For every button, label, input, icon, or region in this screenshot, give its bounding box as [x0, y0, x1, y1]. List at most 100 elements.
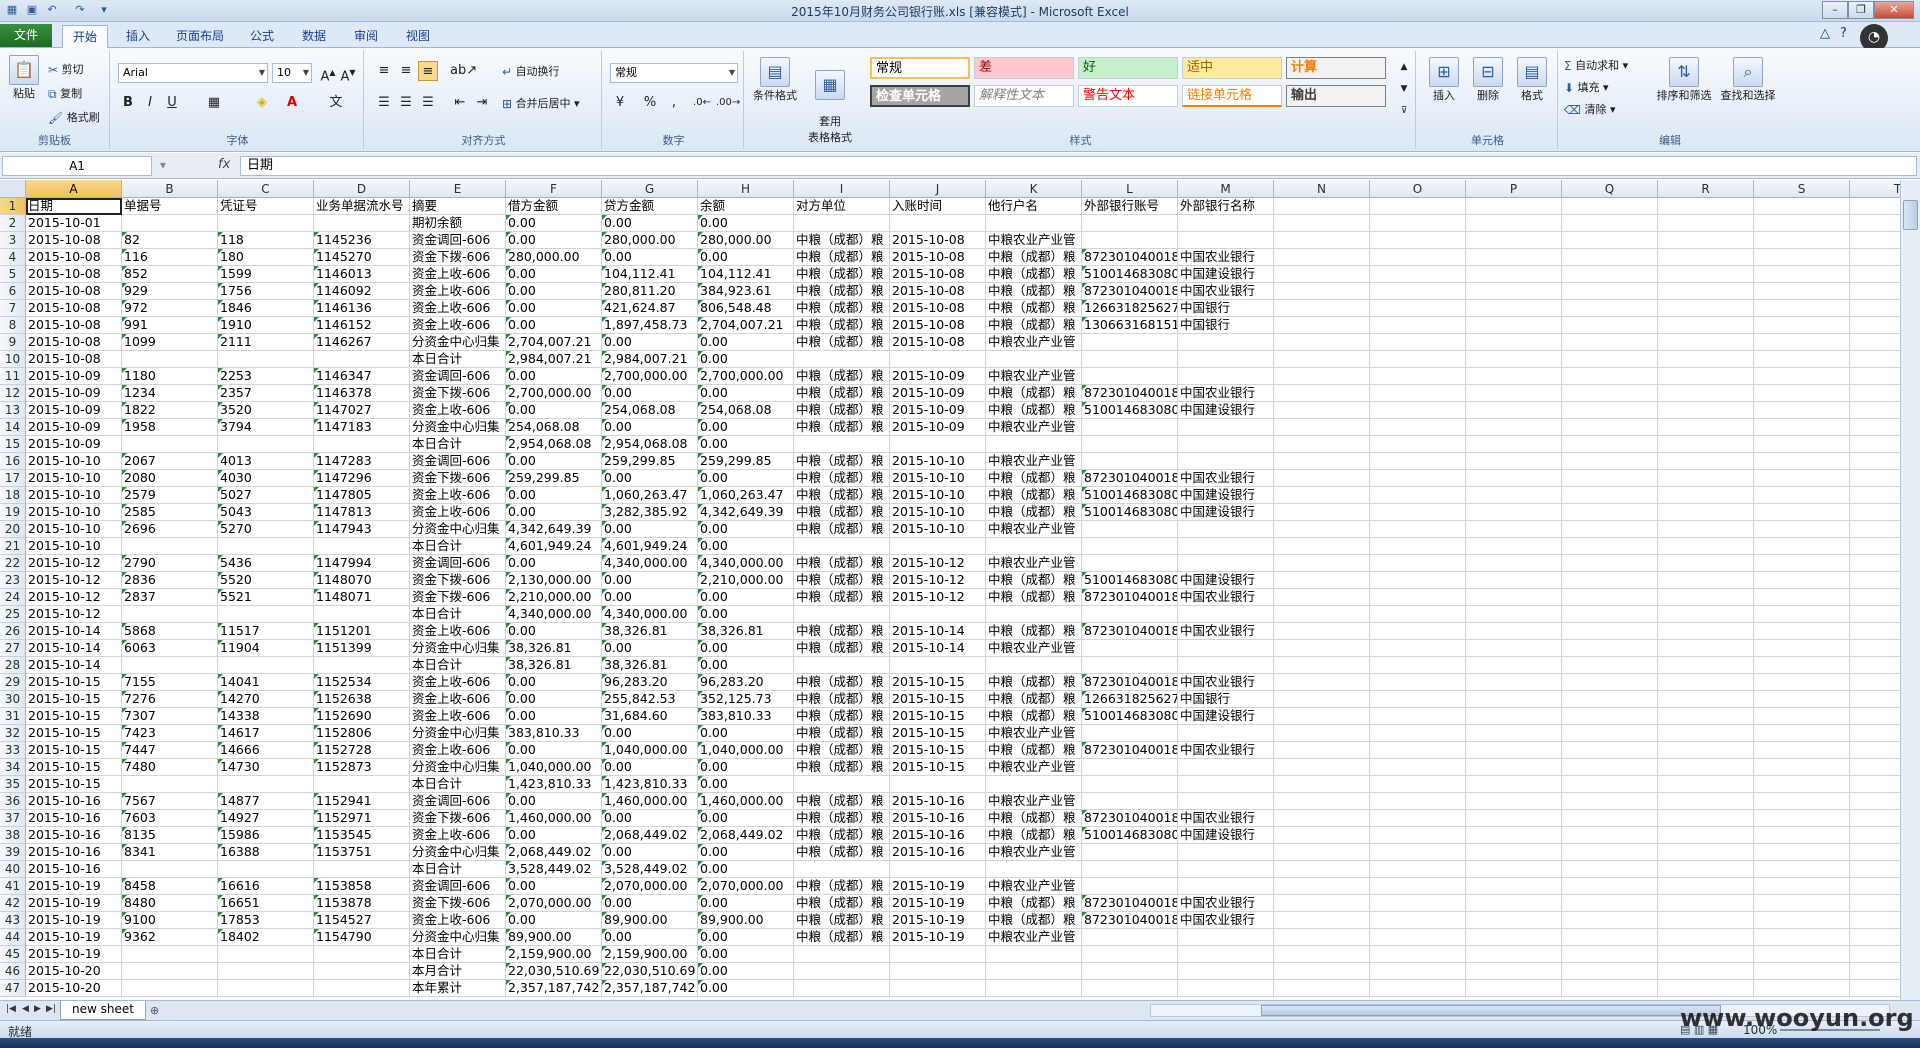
table-cell[interactable] [1658, 657, 1754, 674]
table-cell[interactable] [1658, 232, 1754, 249]
table-cell[interactable] [1178, 521, 1274, 538]
table-cell[interactable]: 1822 [122, 402, 218, 419]
table-cell[interactable]: 104,112.41 [602, 266, 698, 283]
table-cell[interactable] [1466, 283, 1562, 300]
table-cell[interactable]: 0.00 [698, 589, 794, 606]
table-cell[interactable]: 89,900.00 [602, 912, 698, 929]
table-cell[interactable]: 0.00 [698, 776, 794, 793]
table-cell[interactable]: 2,704,007.21 [506, 334, 602, 351]
header-cell[interactable]: 业务单据流水号 [314, 198, 410, 215]
table-cell[interactable] [1850, 861, 1900, 878]
table-cell[interactable]: 0.00 [698, 249, 794, 266]
table-cell[interactable]: 中粮（成都）粮 [794, 623, 890, 640]
table-cell[interactable]: 中粮（成都）粮 [986, 487, 1082, 504]
table-cell[interactable]: 1148071 [314, 589, 410, 606]
row-header[interactable]: 22 [0, 555, 26, 572]
table-cell[interactable]: 852 [122, 266, 218, 283]
table-cell[interactable] [1178, 436, 1274, 453]
table-cell[interactable]: 1,423,810.33 [506, 776, 602, 793]
table-cell[interactable]: 中粮（成都）粮 [794, 453, 890, 470]
table-cell[interactable] [1370, 793, 1466, 810]
table-cell[interactable] [1658, 300, 1754, 317]
table-cell[interactable]: 9100 [122, 912, 218, 929]
table-cell[interactable] [1754, 436, 1850, 453]
table-cell[interactable]: 0.00 [506, 912, 602, 929]
table-cell[interactable]: 2015-10-12 [26, 606, 122, 623]
table-cell[interactable] [1754, 368, 1850, 385]
italic-icon[interactable]: I [140, 93, 160, 113]
table-cell[interactable]: 2111 [218, 334, 314, 351]
table-cell[interactable]: 2015-10-19 [26, 912, 122, 929]
table-cell[interactable]: 38,326.81 [602, 657, 698, 674]
column-header-q[interactable]: Q [1562, 180, 1658, 198]
table-cell[interactable] [1466, 674, 1562, 691]
table-cell[interactable] [1274, 895, 1370, 912]
table-cell[interactable]: 4,601,949.24 [602, 538, 698, 555]
table-cell[interactable] [1466, 470, 1562, 487]
table-cell[interactable] [1466, 538, 1562, 555]
table-cell[interactable]: 中粮（成都）粮 [794, 640, 890, 657]
table-cell[interactable] [1754, 589, 1850, 606]
table-cell[interactable] [1466, 555, 1562, 572]
table-cell[interactable]: 126631825627 [1082, 691, 1178, 708]
table-cell[interactable]: 0.00 [602, 640, 698, 657]
table-cell[interactable]: 中国建设银行 [1178, 266, 1274, 283]
table-cell[interactable] [794, 861, 890, 878]
table-cell[interactable]: 2015-10-15 [26, 742, 122, 759]
table-cell[interactable] [1754, 793, 1850, 810]
table-cell[interactable]: 2015-10-14 [26, 640, 122, 657]
table-cell[interactable] [1466, 334, 1562, 351]
table-cell[interactable]: 7603 [122, 810, 218, 827]
table-cell[interactable]: 38,326.81 [698, 623, 794, 640]
table-cell[interactable]: 中粮（成都）粮 [794, 385, 890, 402]
table-cell[interactable] [1658, 776, 1754, 793]
table-cell[interactable] [1082, 351, 1178, 368]
table-cell[interactable]: 2015-10-09 [890, 419, 986, 436]
table-cell[interactable]: 中粮（成都）粮 [986, 912, 1082, 929]
table-cell[interactable]: 2015-10-08 [890, 300, 986, 317]
table-cell[interactable]: 1958 [122, 419, 218, 436]
column-header-p[interactable]: P [1466, 180, 1562, 198]
row-header[interactable]: 45 [0, 946, 26, 963]
table-cell[interactable] [1754, 776, 1850, 793]
table-cell[interactable]: 2015-10-10 [26, 470, 122, 487]
table-cell[interactable]: 0.00 [698, 810, 794, 827]
column-header-g[interactable]: G [602, 180, 698, 198]
table-cell[interactable]: 中国农业银行 [1178, 674, 1274, 691]
table-cell[interactable]: 中粮（成都）粮 [986, 623, 1082, 640]
table-cell[interactable] [1562, 385, 1658, 402]
table-cell[interactable]: 2790 [122, 555, 218, 572]
table-cell[interactable] [794, 215, 890, 232]
table-cell[interactable] [986, 861, 1082, 878]
table-cell[interactable] [1466, 759, 1562, 776]
bold-icon[interactable]: B [118, 93, 138, 113]
delete-cells-button[interactable]: ⊟ 删除 [1470, 57, 1506, 103]
table-cell[interactable]: 0.00 [506, 555, 602, 572]
table-cell[interactable]: 2,210,000.00 [506, 589, 602, 606]
table-cell[interactable] [122, 538, 218, 555]
table-cell[interactable]: 1147813 [314, 504, 410, 521]
table-cell[interactable]: 中粮（成都）粮 [794, 827, 890, 844]
table-cell[interactable] [1466, 623, 1562, 640]
table-cell[interactable]: 中国建设银行 [1178, 504, 1274, 521]
table-cell[interactable]: 1147296 [314, 470, 410, 487]
table-cell[interactable] [1466, 980, 1562, 997]
table-cell[interactable]: 929 [122, 283, 218, 300]
table-cell[interactable] [1658, 589, 1754, 606]
table-cell[interactable]: 126631825627 [1082, 300, 1178, 317]
row-header[interactable]: 17 [0, 470, 26, 487]
table-cell[interactable]: 2015-10-09 [26, 368, 122, 385]
table-cell[interactable] [122, 657, 218, 674]
table-cell[interactable] [1562, 555, 1658, 572]
table-cell[interactable]: 16616 [218, 878, 314, 895]
table-cell[interactable]: 中粮（成都）粮 [794, 572, 890, 589]
table-cell[interactable]: 4,340,000.00 [506, 606, 602, 623]
table-cell[interactable]: 5436 [218, 555, 314, 572]
table-cell[interactable] [1466, 385, 1562, 402]
table-cell[interactable]: 0.00 [506, 215, 602, 232]
table-cell[interactable]: 中粮（成都）粮 [794, 334, 890, 351]
table-cell[interactable] [1466, 589, 1562, 606]
table-cell[interactable]: 2015-10-10 [890, 453, 986, 470]
table-cell[interactable]: 本日合计 [410, 606, 506, 623]
table-cell[interactable] [1754, 402, 1850, 419]
